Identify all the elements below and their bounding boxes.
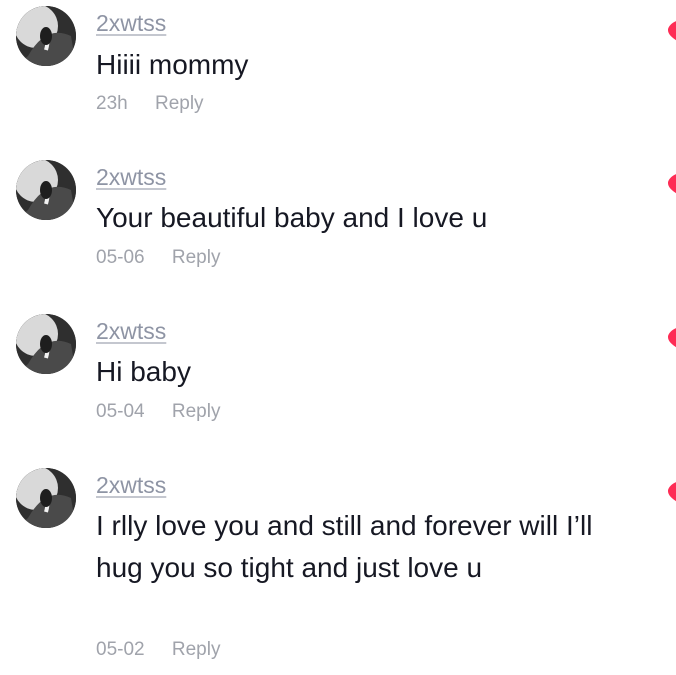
avatar-icon <box>16 160 76 220</box>
heart-icon[interactable] <box>662 475 676 505</box>
reply-button[interactable]: Reply <box>172 246 221 270</box>
reply-button[interactable]: Reply <box>155 92 204 116</box>
reply-button[interactable]: Reply <box>172 638 221 662</box>
comment-text: Hi baby <box>96 356 191 387</box>
avatar[interactable] <box>16 468 76 528</box>
comment-meta: 05-02 Reply <box>96 638 220 662</box>
avatar[interactable] <box>16 160 76 220</box>
comment-timestamp: 23h <box>96 93 128 114</box>
comment-text: I rlly love you and still and forever wi… <box>96 510 593 583</box>
comment-username[interactable]: 2xwtss <box>96 163 166 191</box>
comment-username[interactable]: 2xwtss <box>96 471 166 499</box>
comment-meta: 05-04 Reply <box>96 400 220 424</box>
comment-timestamp: 05-02 <box>96 639 145 660</box>
comment-timestamp: 05-04 <box>96 401 145 422</box>
comment-username[interactable]: 2xwtss <box>96 9 166 37</box>
heart-icon[interactable] <box>662 321 676 351</box>
comment-meta: 23h Reply <box>96 92 204 116</box>
heart-icon[interactable] <box>662 167 676 197</box>
reply-button[interactable]: Reply <box>172 400 221 424</box>
avatar-icon <box>16 468 76 528</box>
comment-text: Your beautiful baby and I love u <box>96 202 488 233</box>
comment-meta: 05-06 Reply <box>96 246 220 270</box>
avatar[interactable] <box>16 6 76 66</box>
heart-icon[interactable] <box>662 14 676 44</box>
avatar-icon <box>16 6 76 66</box>
avatar-icon <box>16 314 76 374</box>
avatar[interactable] <box>16 314 76 374</box>
comment-timestamp: 05-06 <box>96 247 145 268</box>
comment-text: Hiiii mommy <box>96 49 249 80</box>
comment-username[interactable]: 2xwtss <box>96 317 166 345</box>
